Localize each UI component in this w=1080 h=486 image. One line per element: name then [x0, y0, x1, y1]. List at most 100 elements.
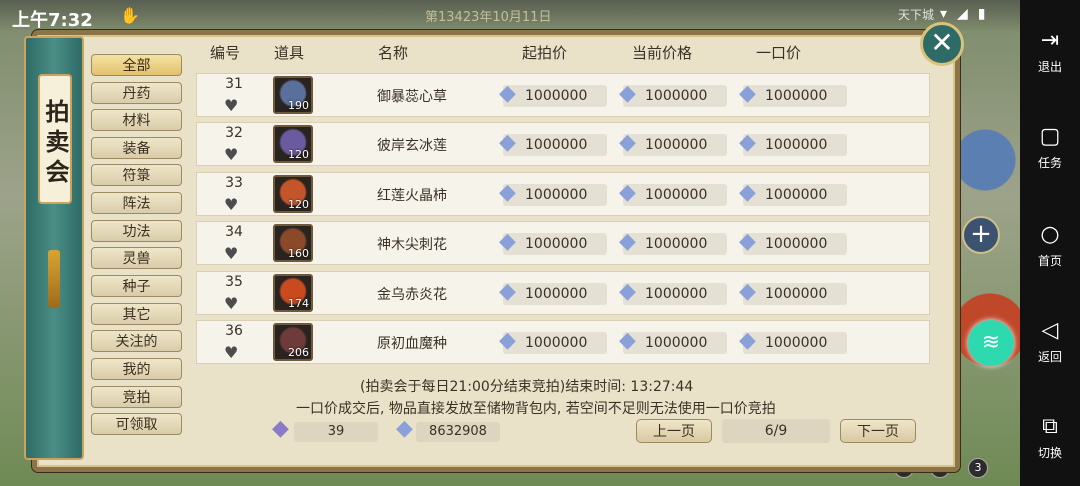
price-value: 1000000 [645, 236, 708, 252]
item-name: 原初血魔种 [377, 336, 447, 352]
price-buyout: ◆ 1000000 [739, 181, 847, 206]
favorite-heart-icon[interactable]: ♥ [224, 294, 238, 313]
spirit-stone-icon: ◆ [619, 130, 636, 155]
buyout-notice: 一口价成交后, 物品直接发放至储物背包内, 若空间不足则无法使用一口价竞拍 [296, 401, 776, 417]
item-quantity: 174 [288, 297, 309, 310]
item-name: 神木尖刺花 [377, 237, 447, 253]
wifi-battery-icons: ▾◢▮ [940, 6, 996, 22]
item-icon[interactable]: 160 [273, 224, 313, 262]
price-value: 1000000 [525, 137, 588, 153]
price-value: 1000000 [765, 286, 828, 302]
item-quantity: 160 [288, 247, 309, 260]
item-name: 御暴蕊心草 [377, 89, 447, 105]
auction-row[interactable]: 36 ♥ 206 原初血魔种 ◆ 1000000 ◆ 1000000 ◆ 1000000 [196, 320, 930, 364]
category-tab-equipment[interactable]: 装备 [91, 137, 182, 159]
auction-row[interactable]: 34 ♥ 160 神木尖刺花 ◆ 1000000 ◆ 1000000 ◆ 1000000 [196, 221, 930, 265]
panel-title: 拍卖会 [38, 74, 72, 204]
nav-home-button[interactable]: ○ 首页 [1020, 222, 1080, 269]
status-bar: 上午7:32 ✋ 第13423年10月11日 天下城 ▾◢▮ [0, 0, 1020, 32]
auction-row[interactable]: 35 ♥ 174 金乌赤炎花 ◆ 1000000 ◆ 1000000 ◆ 1000000 [196, 271, 930, 315]
category-tab-skills[interactable]: 功法 [91, 220, 182, 242]
price-buyout: ◆ 1000000 [739, 280, 847, 305]
wifi-float-button[interactable]: ≋ [968, 320, 1014, 366]
auction-row[interactable]: 33 ♥ 120 红莲火晶柿 ◆ 1000000 ◆ 1000000 ◆ 1000000 [196, 172, 930, 216]
home-icon: ○ [1040, 222, 1060, 247]
nav-back-button[interactable]: ◁ 返回 [1020, 318, 1080, 365]
item-name: 金乌赤炎花 [377, 287, 447, 303]
spirit-stone-icon: ◆ [499, 180, 516, 205]
nav-task-label: 任务 [1037, 156, 1062, 170]
category-tab-seeds[interactable]: 种子 [91, 275, 182, 297]
next-page-button[interactable]: 下一页 [840, 419, 916, 443]
price-value: 1000000 [525, 236, 588, 252]
price-value: 1000000 [645, 335, 708, 351]
price-buyout: ◆ 1000000 [739, 131, 847, 156]
lot-number: 34 [225, 224, 243, 240]
item-icon[interactable]: 190 [273, 76, 313, 114]
nav-back-label: 返回 [1037, 350, 1062, 364]
category-tab-materials[interactable]: 材料 [91, 109, 182, 131]
price-current: ◆ 1000000 [619, 280, 727, 305]
favorite-heart-icon[interactable]: ♥ [224, 343, 238, 362]
favorite-heart-icon[interactable]: ♥ [224, 145, 238, 164]
auction-row[interactable]: 31 ♥ 190 御暴蕊心草 ◆ 1000000 ◆ 1000000 ◆ 1000000 [196, 73, 930, 117]
spirit-stone-icon: ◆ [499, 279, 516, 304]
price-start: ◆ 1000000 [499, 280, 607, 305]
favorite-heart-icon[interactable]: ♥ [224, 195, 238, 214]
spirit-stone-icon: ◆ [739, 130, 756, 155]
item-quantity: 206 [288, 346, 309, 359]
price-current: ◆ 1000000 [619, 181, 727, 206]
item-icon[interactable]: 206 [273, 323, 313, 361]
category-tab-watched[interactable]: 关注的 [91, 330, 182, 352]
item-quantity: 190 [288, 99, 309, 112]
nav-switch-button[interactable]: ⧉ 切换 [1020, 414, 1080, 461]
expand-plus-button[interactable]: + [962, 216, 1000, 254]
category-tab-claimable[interactable]: 可领取 [91, 413, 182, 435]
price-start: ◆ 1000000 [499, 329, 607, 354]
category-tab-all[interactable]: 全部 [91, 54, 182, 76]
exit-icon: ⇥ [1040, 28, 1060, 53]
favorite-heart-icon[interactable]: ♥ [224, 244, 238, 263]
nav-task-button[interactable]: ▢ 任务 [1020, 124, 1080, 171]
category-tab-pills[interactable]: 丹药 [91, 82, 182, 104]
favorite-heart-icon[interactable]: ♥ [224, 96, 238, 115]
price-value: 1000000 [525, 88, 588, 104]
price-buyout: ◆ 1000000 [739, 230, 847, 255]
lot-number: 36 [225, 323, 243, 339]
item-quantity: 120 [288, 198, 309, 211]
nav-exit-button[interactable]: ⇥ 退出 [1020, 28, 1080, 75]
category-tab-formations[interactable]: 阵法 [91, 192, 182, 214]
auction-end-notice: (拍卖会于每日21:00分结束竞拍)结束时间: 13:27:44 [360, 379, 694, 395]
category-tab-other[interactable]: 其它 [91, 303, 182, 325]
spirit-stone-count: 8632908 [416, 422, 500, 442]
item-name: 红莲火晶柿 [377, 188, 447, 204]
spirit-stone-icon: ◆ [499, 130, 516, 155]
prev-page-button[interactable]: 上一页 [636, 419, 712, 443]
price-value: 1000000 [645, 187, 708, 203]
spirit-stone-icon: ◆ [396, 416, 413, 441]
item-quantity: 120 [288, 148, 309, 161]
category-tab-beasts[interactable]: 灵兽 [91, 247, 182, 269]
lot-number: 31 [225, 76, 243, 92]
price-value: 1000000 [765, 137, 828, 153]
price-current: ◆ 1000000 [619, 82, 727, 107]
spirit-stone-icon: ◆ [619, 81, 636, 106]
item-icon[interactable]: 120 [273, 175, 313, 213]
category-tab-bidding[interactable]: 竞拍 [91, 386, 182, 408]
header-start-price: 起拍价 [522, 44, 568, 62]
item-icon[interactable]: 120 [273, 125, 313, 163]
header-id: 编号 [210, 44, 241, 62]
header-current-price: 当前价格 [632, 44, 693, 62]
auction-row[interactable]: 32 ♥ 120 彼岸玄冰莲 ◆ 1000000 ◆ 1000000 ◆ 1000000 [196, 122, 930, 166]
server-date: 第13423年10月11日 [425, 10, 552, 25]
page-dot-3[interactable]: 3 [968, 458, 988, 478]
nav-switch-label: 切换 [1037, 446, 1062, 460]
item-icon[interactable]: 174 [273, 274, 313, 312]
spirit-stone-icon: ◆ [619, 180, 636, 205]
price-value: 1000000 [645, 137, 708, 153]
category-tab-talismans[interactable]: 符箓 [91, 164, 182, 186]
price-value: 1000000 [525, 335, 588, 351]
header-name: 名称 [378, 44, 409, 62]
close-button[interactable]: ✕ [920, 22, 964, 66]
category-tab-mine[interactable]: 我的 [91, 358, 182, 380]
